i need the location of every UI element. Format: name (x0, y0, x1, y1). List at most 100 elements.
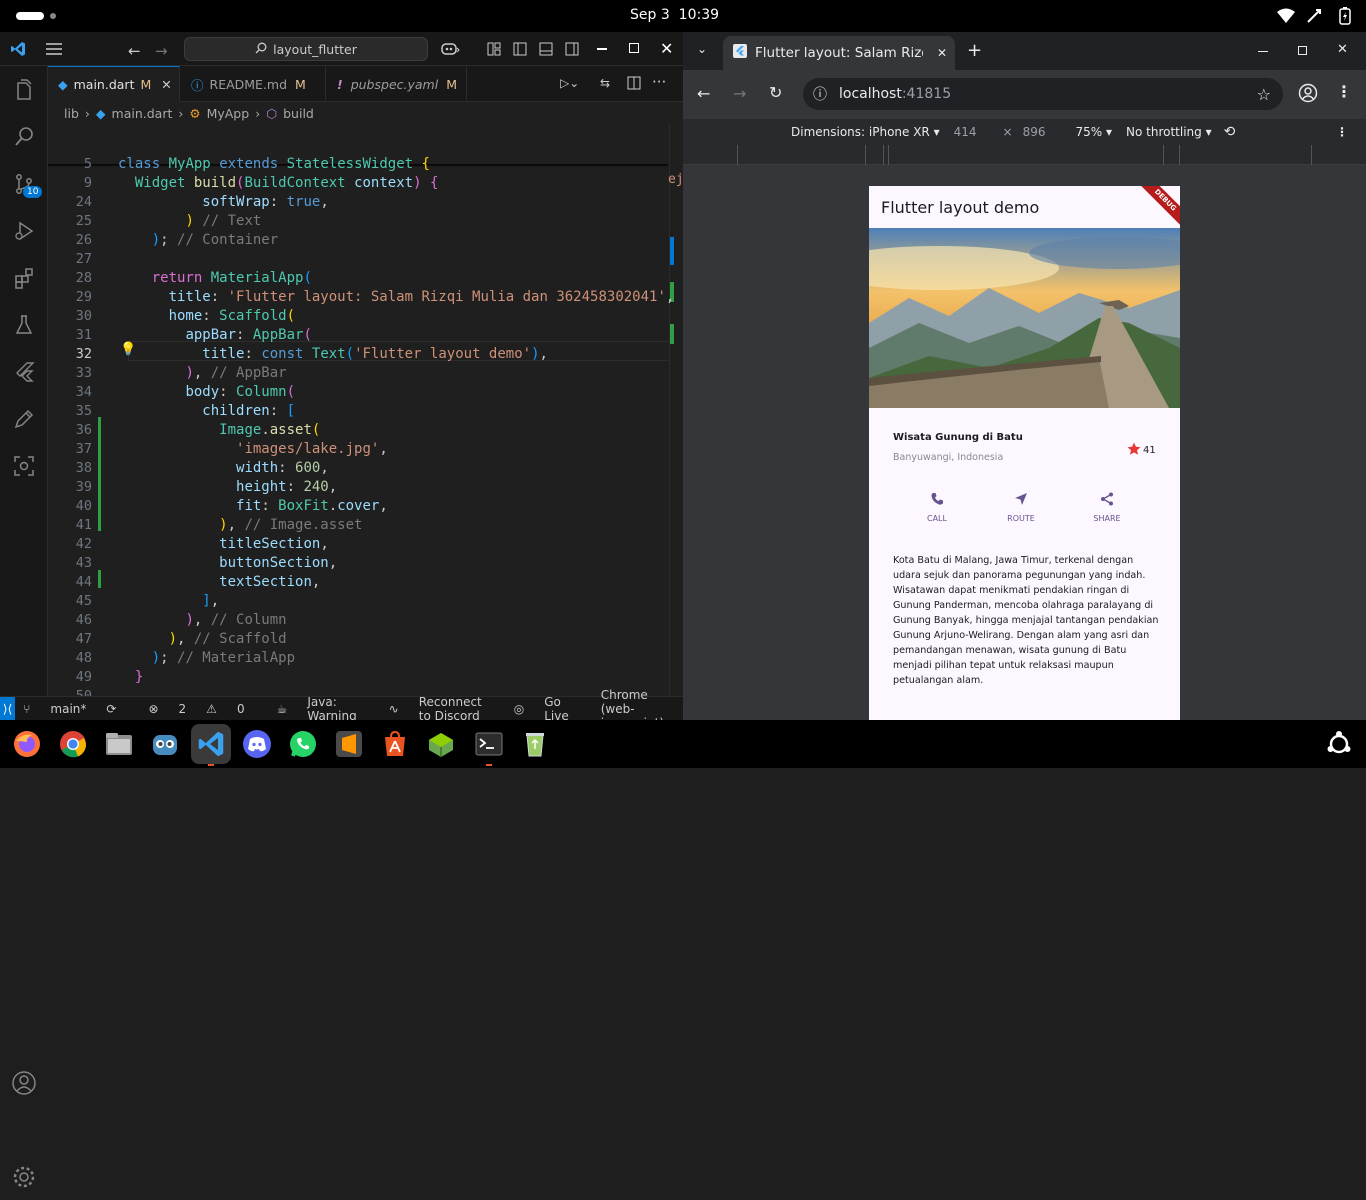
breadcrumb-file[interactable]: main.dart (112, 106, 173, 121)
line-number: 34 (75, 384, 92, 400)
tab-close-icon[interactable]: ✕ (937, 46, 947, 60)
run-debug-dropdown-icon[interactable]: ▷⌄ (560, 76, 579, 90)
back-arrow-icon[interactable]: ← (128, 42, 141, 60)
tab-main-dart[interactable]: ◆ main.dart M ✕ (48, 66, 180, 102)
device-viewport: Flutter layout demo DEBUG Wisata Gunung … (683, 165, 1366, 720)
tab-search-chevron-icon[interactable]: ⌄ (697, 42, 707, 56)
ruler-tick (888, 145, 889, 165)
code-line: ), // AppBar (185, 365, 287, 381)
extensions-icon[interactable] (0, 254, 48, 301)
editor-scrollbar[interactable] (669, 124, 683, 696)
sublime-icon[interactable] (331, 726, 367, 762)
browser-tab[interactable]: Flutter layout: Salam Rizq ✕ (723, 36, 955, 70)
trash-icon[interactable] (517, 726, 553, 762)
run-debug-icon[interactable] (0, 207, 48, 254)
discord-status[interactable]: ∿ Reconnect to Discord (389, 695, 498, 723)
search-sidebar-icon[interactable] (0, 113, 48, 160)
terminal-icon[interactable] (471, 726, 507, 762)
forward-arrow-icon[interactable]: → (155, 42, 168, 60)
site-info-icon[interactable]: ⓘ (813, 84, 827, 104)
minimize-icon[interactable] (597, 48, 607, 50)
show-apps-icon[interactable] (1321, 726, 1357, 762)
pen-tool-icon[interactable] (0, 395, 48, 442)
files-icon[interactable] (101, 726, 137, 762)
rating[interactable]: 41 (1127, 442, 1156, 459)
app-center-icon[interactable] (377, 726, 413, 762)
reload-icon[interactable]: ↻ (769, 83, 782, 102)
minecraft-icon[interactable] (423, 726, 459, 762)
chrome-icon[interactable] (55, 726, 91, 762)
toggle-sidebar-icon[interactable] (513, 42, 527, 59)
source-control-icon[interactable]: 10 (0, 160, 48, 207)
menu-icon[interactable] (46, 42, 62, 59)
wifi-icon[interactable] (1277, 8, 1295, 27)
layout-customize-icon[interactable] (487, 42, 501, 59)
url-port: :41815 (901, 86, 952, 102)
device-more-icon[interactable]: ⋮ (1336, 125, 1348, 139)
height-input[interactable]: 896 (1023, 125, 1046, 139)
accessibility-icon[interactable] (1306, 8, 1322, 27)
tab-badge: M (446, 76, 457, 92)
phone-icon (930, 493, 944, 509)
java-status[interactable]: ☕ Java: Warning (277, 695, 373, 723)
account-icon[interactable] (0, 1059, 48, 1106)
whatsapp-icon[interactable] (285, 726, 321, 762)
maximize-icon[interactable] (629, 43, 639, 53)
share-button[interactable]: SHARE (1087, 492, 1127, 523)
close-icon[interactable]: ✕ (660, 39, 673, 58)
tab-readme[interactable]: ⓘ README.md M (181, 66, 326, 102)
back-arrow-icon[interactable]: ← (697, 84, 710, 103)
more-actions-icon[interactable]: ··· (652, 73, 666, 91)
rotate-icon[interactable]: ⟲ (1224, 124, 1236, 140)
close-icon[interactable]: ✕ (1337, 42, 1348, 57)
breadcrumb-method[interactable]: build (283, 106, 314, 121)
device-select[interactable]: Dimensions: iPhone XR ▾ (791, 125, 940, 139)
line-number: 29 (75, 289, 92, 305)
vscode-icon[interactable] (191, 724, 231, 764)
new-tab-icon[interactable]: + (967, 40, 982, 61)
tab-close-icon[interactable]: ✕ (161, 77, 171, 92)
place-title: Wisata Gunung di Batu (893, 432, 1023, 443)
activities-indicator[interactable] (16, 12, 44, 20)
minimize-icon[interactable] (1258, 51, 1268, 52)
discord-icon[interactable] (239, 726, 275, 762)
bookmark-star-icon[interactable]: ☆ (1257, 85, 1271, 104)
tab-pubspec[interactable]: ! pubspec.yaml M (327, 66, 467, 102)
golive-status[interactable]: ◎ Go Live (514, 695, 585, 723)
throttle-select[interactable]: No throttling ▾ (1126, 125, 1212, 139)
split-editor-icon[interactable] (627, 76, 641, 93)
zoom-select[interactable]: 75% ▾ (1076, 125, 1113, 139)
settings-gear-icon[interactable] (0, 1153, 48, 1200)
testing-flask-icon[interactable] (0, 301, 48, 348)
scan-icon[interactable] (0, 442, 48, 489)
call-button[interactable]: CALL (917, 492, 957, 523)
width-input[interactable]: 414 (954, 125, 977, 139)
zoom-value: 75% (1075, 125, 1103, 139)
copilot-icon[interactable] (440, 40, 460, 59)
breadcrumb-class[interactable]: MyApp (207, 106, 250, 121)
godot-icon[interactable] (147, 726, 183, 762)
battery-icon[interactable] (1339, 7, 1351, 28)
breadcrumb-lib[interactable]: lib (64, 106, 79, 121)
star-count: 41 (1143, 445, 1156, 456)
chrome-menu-icon[interactable]: ⋮ (1336, 82, 1352, 101)
firefox-icon[interactable] (9, 726, 45, 762)
code-editor[interactable]: 💡 ej 5 class MyApp extends StatelessWidge… (48, 124, 683, 696)
compare-changes-icon[interactable]: ⇆ (600, 76, 610, 90)
clock[interactable]: Sep 3 10:39 (630, 7, 719, 23)
flutter-icon[interactable] (0, 348, 48, 395)
media-query-ruler[interactable] (683, 145, 1366, 165)
address-bar[interactable]: ⓘ localhost:41815 ☆ (803, 78, 1283, 110)
branch-indicator[interactable]: ⑂ main* ⟳ (23, 702, 132, 716)
profile-avatar-icon[interactable] (1298, 83, 1318, 106)
remote-indicator[interactable]: ⟩⟨ (0, 696, 16, 721)
toggle-panel-icon[interactable] (539, 42, 553, 59)
route-button[interactable]: ROUTE (1001, 492, 1041, 523)
problems-indicator[interactable]: ⊗ 2 ⚠ 0 (148, 702, 260, 716)
toggle-secondary-sidebar-icon[interactable] (565, 42, 579, 59)
explorer-icon[interactable] (0, 66, 48, 113)
workspace-dot[interactable] (50, 13, 56, 19)
maximize-icon[interactable] (1298, 46, 1307, 55)
forward-arrow-icon[interactable]: → (733, 84, 746, 103)
command-center-search[interactable]: layout_flutter (184, 37, 428, 61)
